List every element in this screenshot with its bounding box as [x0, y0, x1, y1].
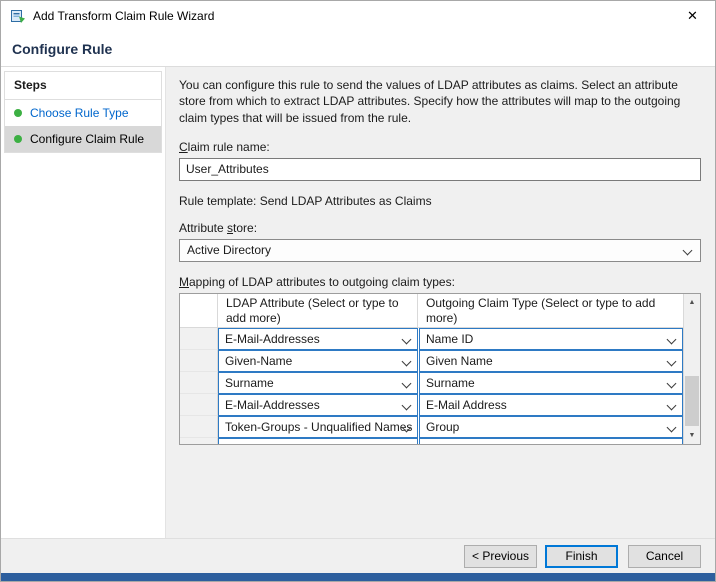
sidebar-item-label: Configure Claim Rule: [30, 132, 144, 146]
steps-box: Steps Choose Rule Type Configure Claim R…: [4, 71, 162, 153]
claim-rule-name-label: Claim rule name:: [179, 140, 701, 154]
wizard-icon: [10, 8, 26, 24]
wizard-window: Add Transform Claim Rule Wizard ✕ Config…: [0, 0, 716, 582]
row-selector[interactable]: [180, 350, 218, 372]
outgoing-claim-combo-empty[interactable]: [419, 438, 683, 444]
ldap-attribute-combo[interactable]: Surname: [218, 372, 418, 394]
attribute-store-value: Active Directory: [187, 243, 271, 257]
outgoing-claim-combo[interactable]: E-Mail Address: [419, 394, 683, 416]
ldap-attribute-value: Surname: [225, 376, 274, 390]
previous-button[interactable]: < Previous: [464, 545, 537, 568]
outgoing-claim-column-header: Outgoing Claim Type (Select or type to a…: [418, 294, 683, 327]
ldap-attribute-column-header: LDAP Attribute (Select or type to add mo…: [218, 294, 418, 327]
row-selector[interactable]: [180, 438, 218, 444]
mapping-table-header: LDAP Attribute (Select or type to add mo…: [180, 294, 683, 328]
claim-rule-name-input[interactable]: [179, 158, 701, 181]
ldap-attribute-value: Token-Groups - Unqualified Names: [225, 420, 412, 434]
close-icon[interactable]: ✕: [670, 1, 715, 31]
title-bar: Add Transform Claim Rule Wizard ✕: [1, 1, 715, 31]
description-text: You can configure this rule to send the …: [179, 77, 701, 126]
chevron-down-icon: [667, 400, 677, 410]
ldap-attribute-combo-empty[interactable]: [218, 438, 418, 444]
bottom-blue-strip: [1, 573, 715, 581]
steps-title: Steps: [5, 72, 161, 100]
ldap-attribute-combo[interactable]: Token-Groups - Unqualified Names: [218, 416, 418, 438]
ldap-attribute-combo[interactable]: Given-Name: [218, 350, 418, 372]
chevron-down-icon: [402, 378, 412, 388]
outgoing-claim-value: E-Mail Address: [426, 398, 507, 412]
outgoing-claim-combo[interactable]: Surname: [419, 372, 683, 394]
vertical-scrollbar[interactable]: ▲ ▼: [683, 294, 700, 444]
chevron-down-icon: [402, 356, 412, 366]
mapping-grid: LDAP Attribute (Select or type to add mo…: [180, 294, 683, 444]
outgoing-claim-combo[interactable]: Name ID: [419, 328, 683, 350]
sidebar-item-configure-claim-rule[interactable]: Configure Claim Rule: [5, 126, 161, 152]
ldap-attribute-value: E-Mail-Addresses: [225, 398, 320, 412]
rule-template-text: Rule template: Send LDAP Attributes as C…: [179, 194, 701, 208]
chevron-down-icon: [667, 334, 677, 344]
chevron-down-icon: [402, 400, 412, 410]
finish-button[interactable]: Finish: [545, 545, 618, 568]
scroll-up-icon[interactable]: ▲: [684, 294, 700, 311]
chevron-down-icon: [683, 245, 693, 255]
attribute-store-label: Attribute store:: [179, 221, 701, 235]
footer-bar: < Previous Finish Cancel: [1, 538, 715, 573]
main-panel: You can configure this rule to send the …: [166, 67, 715, 538]
row-selector[interactable]: [180, 328, 218, 350]
ldap-attribute-combo[interactable]: E-Mail-Addresses: [218, 328, 418, 350]
table-row: E-Mail-Addresses E-Mail Address: [180, 394, 683, 416]
chevron-down-icon: [402, 334, 412, 344]
mapping-table: LDAP Attribute (Select or type to add mo…: [179, 293, 701, 445]
step-complete-dot-icon: [14, 135, 22, 143]
outgoing-claim-combo[interactable]: Group: [419, 416, 683, 438]
page-header: Configure Rule: [1, 31, 715, 67]
row-selector[interactable]: [180, 394, 218, 416]
outgoing-claim-value: Name ID: [426, 332, 473, 346]
window-title: Add Transform Claim Rule Wizard: [33, 9, 214, 23]
table-row: E-Mail-Addresses Name ID: [180, 328, 683, 350]
attribute-store-dropdown[interactable]: Active Directory: [179, 239, 701, 262]
scrollbar-thumb[interactable]: [685, 376, 699, 426]
sidebar-item-label: Choose Rule Type: [30, 106, 129, 120]
outgoing-claim-value: Group: [426, 420, 459, 434]
outgoing-claim-value: Surname: [426, 376, 475, 390]
outgoing-claim-combo[interactable]: Given Name: [419, 350, 683, 372]
ldap-attribute-value: Given-Name: [225, 354, 292, 368]
outgoing-claim-value: Given Name: [426, 354, 493, 368]
ldap-attribute-combo[interactable]: E-Mail-Addresses: [218, 394, 418, 416]
ldap-attribute-value: E-Mail-Addresses: [225, 332, 320, 346]
sidebar-item-choose-rule-type[interactable]: Choose Rule Type: [5, 100, 161, 126]
mapping-table-body: E-Mail-Addresses Name ID Given-Name Give…: [180, 328, 683, 438]
chevron-down-icon: [667, 356, 677, 366]
cancel-button[interactable]: Cancel: [628, 545, 701, 568]
table-row: Surname Surname: [180, 372, 683, 394]
chevron-down-icon: [667, 378, 677, 388]
row-selector-header: [180, 294, 218, 327]
scroll-down-icon[interactable]: ▼: [684, 427, 700, 444]
table-row: Token-Groups - Unqualified Names Group: [180, 416, 683, 438]
table-row: Given-Name Given Name: [180, 350, 683, 372]
step-complete-dot-icon: [14, 109, 22, 117]
row-selector[interactable]: [180, 416, 218, 438]
chevron-down-icon: [667, 422, 677, 432]
mapping-label: Mapping of LDAP attributes to outgoing c…: [179, 275, 701, 289]
table-new-row: [180, 438, 683, 444]
steps-sidebar: Steps Choose Rule Type Configure Claim R…: [1, 67, 166, 538]
row-selector[interactable]: [180, 372, 218, 394]
page-title: Configure Rule: [12, 41, 112, 57]
